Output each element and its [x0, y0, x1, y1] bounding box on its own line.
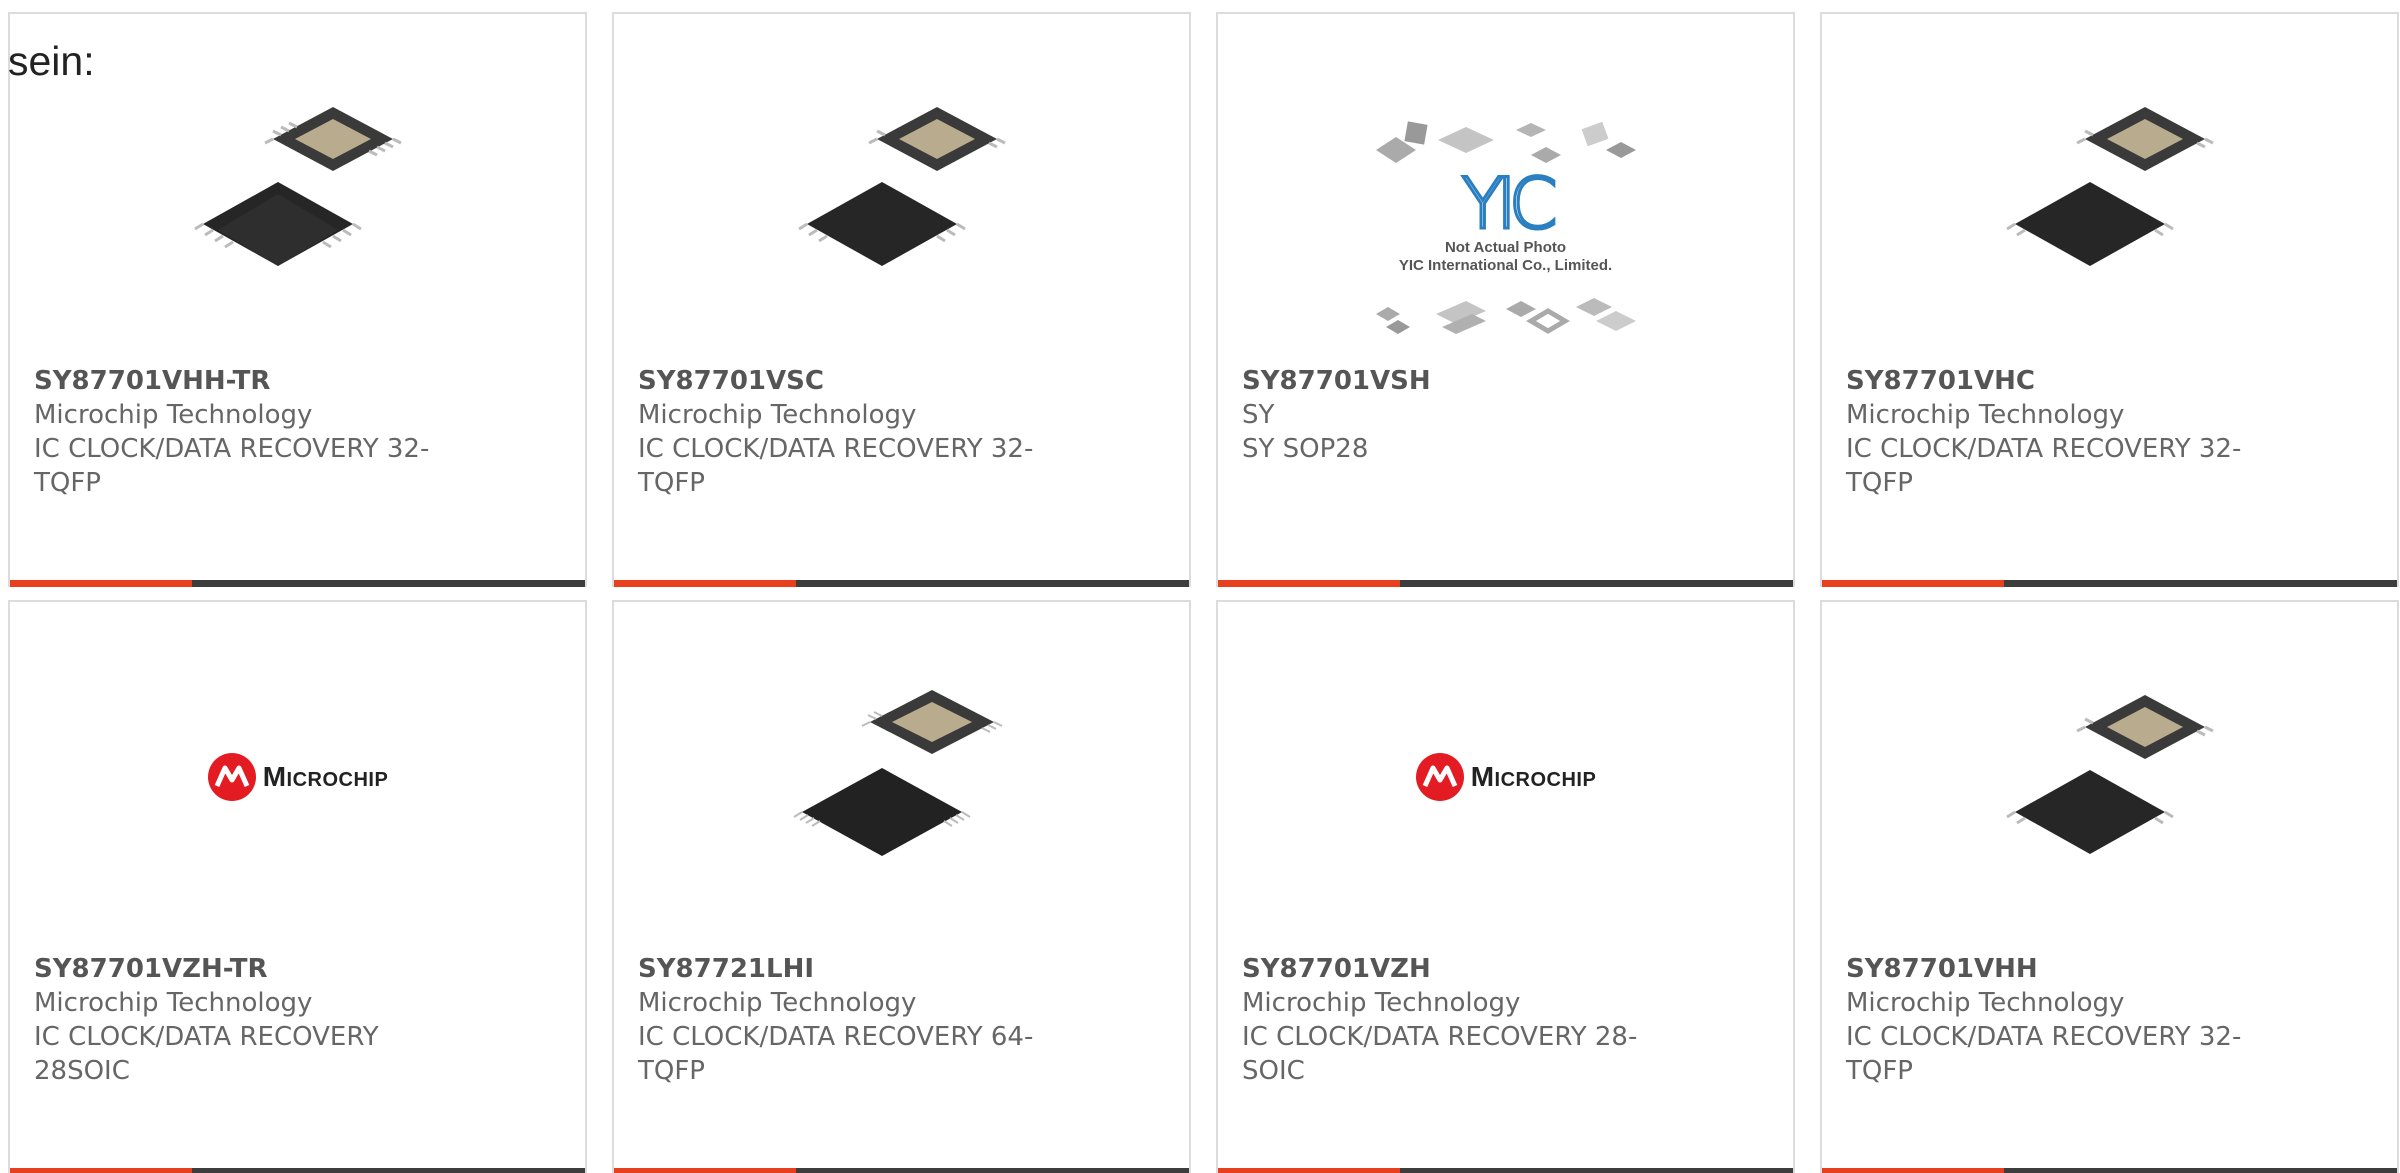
product-description: IC CLOCK/DATA RECOVERY 32-TQFP: [1846, 1022, 2242, 1086]
intro-text: sein:: [8, 38, 95, 84]
microchip-logo-icon: [1415, 753, 1464, 801]
microchip-logo-text: Microchip: [262, 761, 389, 792]
manufacturer-name: Microchip Technology: [638, 400, 917, 430]
part-number-link[interactable]: SY87701VSC: [638, 364, 1058, 398]
card-footer-bar: [614, 1168, 1189, 1173]
manufacturer-name: Microchip Technology: [34, 400, 313, 430]
yic-logo: YIC: [1460, 162, 1559, 245]
product-info: SY87701VHH-TR Microchip Technology IC CL…: [34, 364, 454, 500]
part-number-link[interactable]: SY87721LHI: [638, 952, 1058, 986]
part-number-link[interactable]: SY87701VZH-TR: [34, 952, 454, 986]
product-grid-page: sein: SY87701VHH-TR Microchip Technology…: [0, 0, 2400, 1173]
product-description: IC CLOCK/DATA RECOVERY 28-SOIC: [1242, 1022, 1638, 1086]
card-accent-bar: [1822, 1168, 2004, 1173]
card-accent-bar: [10, 580, 192, 587]
product-card[interactable]: SY87701VSC Microchip Technology IC CLOCK…: [612, 12, 1191, 587]
product-info: SY87701VZH Microchip Technology IC CLOCK…: [1242, 952, 1662, 1088]
yic-placeholder-image[interactable]: YIC Not Actual Photo YIC International C…: [1218, 99, 1793, 354]
product-info: SY87701VSC Microchip Technology IC CLOCK…: [638, 364, 1058, 500]
product-description: IC CLOCK/DATA RECOVERY 28SOIC: [34, 1022, 379, 1086]
manufacturer-name: Microchip Technology: [1846, 400, 2125, 430]
product-info: SY87701VSH SY SY SOP28: [1242, 364, 1662, 466]
card-footer-bar: [10, 580, 585, 587]
card-footer-bar: [614, 580, 1189, 587]
card-footer-bar: [1822, 580, 2397, 587]
card-footer-bar: [10, 1168, 585, 1173]
card-accent-bar: [1218, 1168, 1400, 1173]
tqfp-chip-image[interactable]: [1822, 667, 2397, 887]
product-card[interactable]: YIC Not Actual Photo YIC International C…: [1216, 12, 1795, 587]
part-number-link[interactable]: SY87701VZH: [1242, 952, 1662, 986]
manufacturer-name: SY: [1242, 400, 1275, 430]
product-card[interactable]: SY87701VHH-TR Microchip Technology IC CL…: [8, 12, 587, 587]
product-info: SY87701VZH-TR Microchip Technology IC CL…: [34, 952, 454, 1088]
product-card[interactable]: SY87721LHI Microchip Technology IC CLOCK…: [612, 600, 1191, 1173]
card-accent-bar: [1822, 580, 2004, 587]
product-description: SY SOP28: [1242, 434, 1369, 464]
part-number-link[interactable]: SY87701VSH: [1242, 364, 1662, 398]
product-description: IC CLOCK/DATA RECOVERY 64-TQFP: [638, 1022, 1034, 1086]
part-number-link[interactable]: SY87701VHH-TR: [34, 364, 454, 398]
product-description: IC CLOCK/DATA RECOVERY 32-TQFP: [1846, 434, 2242, 498]
microchip-logo-text: Microchip: [1470, 761, 1597, 792]
microchip-logo-icon: [207, 753, 256, 801]
tqfp-chip-image[interactable]: [614, 667, 1189, 887]
microchip-logo[interactable]: Microchip: [1218, 667, 1793, 887]
product-info: SY87701VHC Microchip Technology IC CLOCK…: [1846, 364, 2266, 500]
card-accent-bar: [1218, 580, 1400, 587]
card-footer-bar: [1822, 1168, 2397, 1173]
tqfp-chip-image[interactable]: [10, 79, 585, 299]
product-info: SY87721LHI Microchip Technology IC CLOCK…: [638, 952, 1058, 1088]
yic-image-caption: Not Actual Photo YIC International Co., …: [1398, 238, 1613, 274]
product-card[interactable]: SY87701VHC Microchip Technology IC CLOCK…: [1820, 12, 2399, 587]
card-footer-bar: [1218, 580, 1793, 587]
manufacturer-name: Microchip Technology: [1242, 988, 1521, 1018]
manufacturer-name: Microchip Technology: [638, 988, 917, 1018]
part-number-link[interactable]: SY87701VHH: [1846, 952, 2266, 986]
card-accent-bar: [614, 1168, 796, 1173]
card-footer-bar: [1218, 1168, 1793, 1173]
card-accent-bar: [614, 580, 796, 587]
manufacturer-name: Microchip Technology: [1846, 988, 2125, 1018]
part-number-link[interactable]: SY87701VHC: [1846, 364, 2266, 398]
product-description: IC CLOCK/DATA RECOVERY 32-TQFP: [638, 434, 1034, 498]
product-description: IC CLOCK/DATA RECOVERY 32-TQFP: [34, 434, 430, 498]
product-card[interactable]: Microchip SY87701VZH-TR Microchip Techno…: [8, 600, 587, 1173]
product-card[interactable]: Microchip SY87701VZH Microchip Technolog…: [1216, 600, 1795, 1173]
product-card[interactable]: SY87701VHH Microchip Technology IC CLOCK…: [1820, 600, 2399, 1173]
product-info: SY87701VHH Microchip Technology IC CLOCK…: [1846, 952, 2266, 1088]
package-shapes-icon: [1375, 297, 1636, 334]
card-accent-bar: [10, 1168, 192, 1173]
tqfp-chip-image[interactable]: [614, 79, 1189, 299]
microchip-logo[interactable]: Microchip: [10, 667, 585, 887]
tqfp-chip-image[interactable]: [1822, 79, 2397, 299]
manufacturer-name: Microchip Technology: [34, 988, 313, 1018]
